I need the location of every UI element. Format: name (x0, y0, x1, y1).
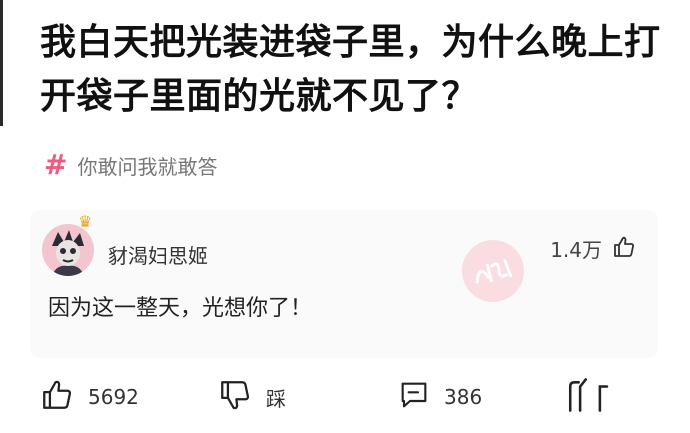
crown-icon: ♛ (78, 212, 93, 231)
hash-icon: # (44, 148, 68, 181)
topic-tag[interactable]: # 你敢问我就敢答 (44, 150, 217, 180)
topic-label: 你敢问我就敢答 (77, 154, 218, 179)
avatar[interactable] (42, 224, 94, 276)
answer-like-count: 1.4万 (550, 238, 602, 262)
dislike-button[interactable]: 踩 (218, 372, 286, 422)
question-title: 我白天把光装进袋子里，为什么晚上打开袋子里面的光就不见了？ (40, 22, 661, 117)
answer-like-button[interactable]: 1.4万 (550, 234, 636, 263)
left-edge-divider (0, 0, 3, 126)
share-button[interactable] (566, 372, 614, 422)
comment-icon (398, 379, 430, 415)
answer-card[interactable]: ♛ 豺渴妇思姬 1.4万 因为这一整天，光想你了！ (30, 210, 658, 358)
thumbs-down-icon (218, 378, 252, 416)
watermark-stamp-icon (455, 233, 531, 309)
comment-button[interactable]: 386 (398, 372, 482, 422)
action-bar: 5692 踩 386 (0, 372, 690, 422)
like-button[interactable]: 5692 (40, 372, 139, 422)
answer-text: 因为这一整天，光想你了！ (48, 296, 313, 321)
thumbs-up-icon (40, 378, 74, 416)
share-icon (566, 378, 614, 416)
comment-count: 386 (444, 385, 483, 409)
thumbs-up-icon (612, 235, 636, 263)
author-name[interactable]: 豺渴妇思姬 (108, 240, 208, 269)
dislike-label: 踩 (266, 386, 286, 411)
like-count: 5692 (88, 385, 139, 409)
question-page: 我白天把光装进袋子里，为什么晚上打开袋子里面的光就不见了？ # 你敢问我就敢答 … (0, 0, 690, 433)
